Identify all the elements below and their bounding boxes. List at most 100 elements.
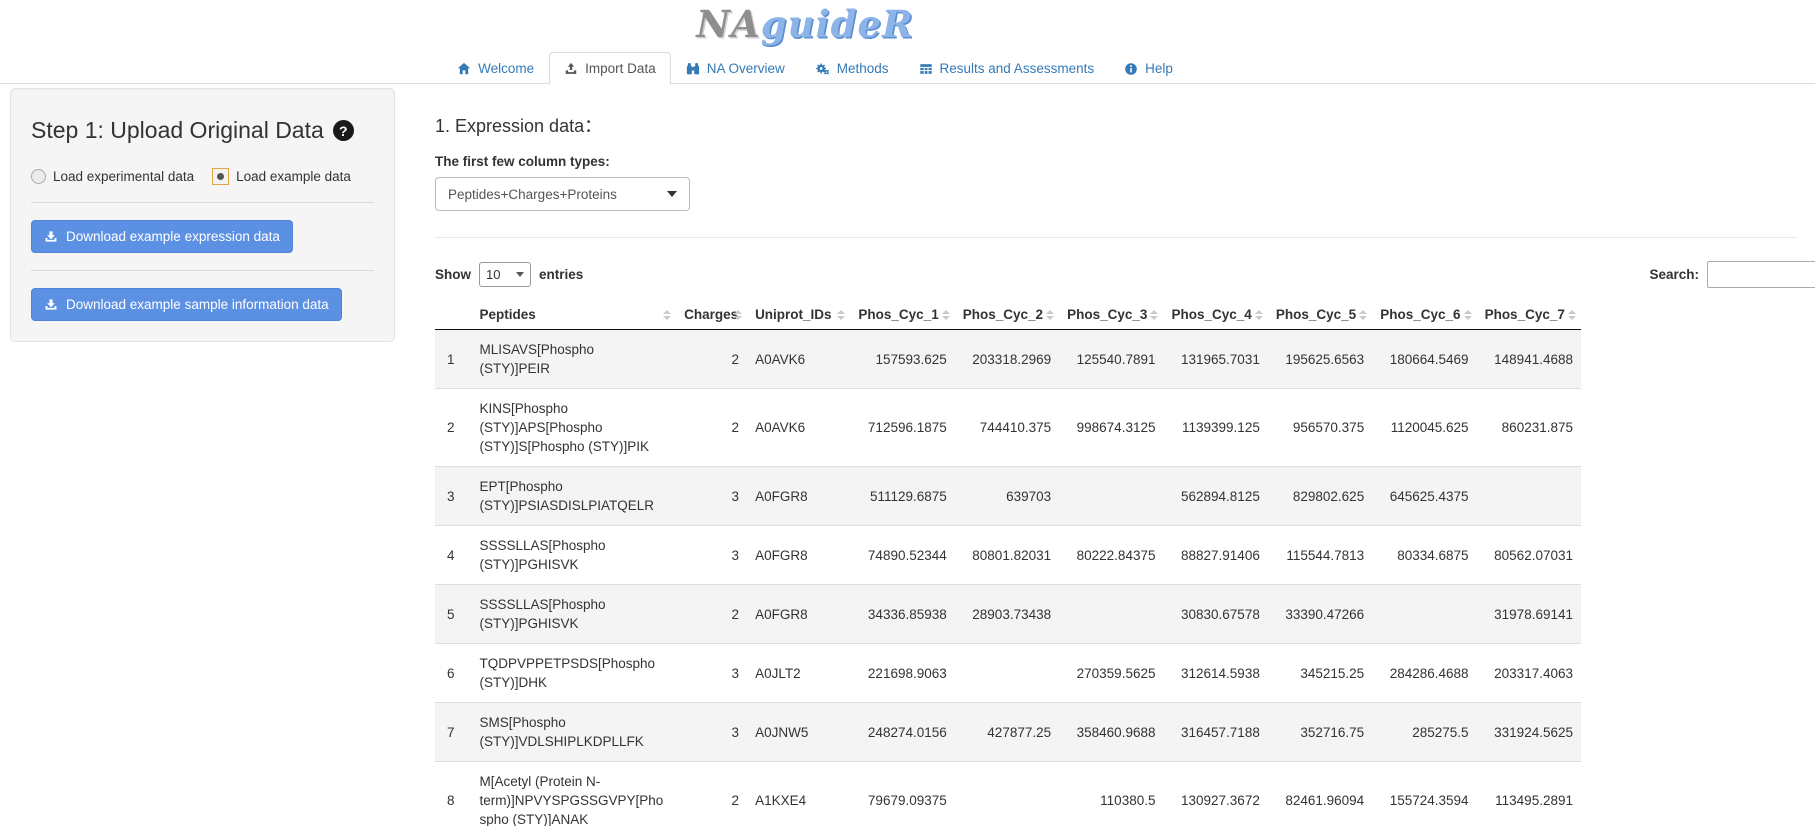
value-cell: 221698.9063 [850,644,954,703]
column-header-uniprot_ids[interactable]: Uniprot_IDs [747,300,850,330]
table-row[interactable]: 6TQDPVPPETPSDS[Phospho (STY)]DHK3A0JLT22… [435,644,1581,703]
value-cell: 1139399.125 [1163,389,1267,467]
charge-cell: 3 [676,526,747,585]
radio-load-example-data[interactable]: Load example data [212,168,351,185]
value-cell: 284286.4688 [1372,644,1476,703]
tab-help[interactable]: Help [1109,52,1188,85]
naguider-app: NAguideR Welcome Import Data NA Overview… [0,0,1815,826]
column-header-phos_cyc_3[interactable]: Phos_Cyc_3 [1059,300,1163,330]
value-cell: 180664.5469 [1372,330,1476,389]
tab-label: Help [1145,61,1173,76]
value-cell [1059,467,1163,526]
tab-results-assessments[interactable]: Results and Assessments [904,52,1110,85]
question-circle-icon[interactable]: ? [333,120,354,141]
value-cell: 511129.6875 [850,467,954,526]
tab-methods[interactable]: Methods [800,52,904,85]
column-header-label: Peptides [479,307,535,322]
nav-tabs: Welcome Import Data NA Overview Methods … [0,50,1815,84]
value-cell: 331924.5625 [1477,703,1581,762]
table-row[interactable]: 5SSSSLLAS[Phospho (STY)]PGHISVK2A0FGR834… [435,585,1581,644]
value-cell: 148941.4688 [1477,330,1581,389]
radio-label: Load example data [236,169,351,184]
peptide-cell: KINS[Phospho (STY)]APS[Phospho (STY)]S[P… [471,389,676,467]
value-cell: 712596.1875 [850,389,954,467]
column-header-label: Phos_Cyc_7 [1485,307,1565,322]
column-header-label: Charges [684,307,738,322]
page-length-select[interactable]: 10 [479,262,531,287]
peptide-cell: TQDPVPPETPSDS[Phospho (STY)]DHK [471,644,676,703]
column-header-phos_cyc_6[interactable]: Phos_Cyc_6 [1372,300,1476,330]
value-cell: 28903.73438 [955,585,1059,644]
column-header-phos_cyc_2[interactable]: Phos_Cyc_2 [955,300,1059,330]
tab-na-overview[interactable]: NA Overview [671,52,800,85]
gears-icon [815,61,830,76]
value-cell [955,762,1059,826]
value-cell: 195625.6563 [1268,330,1372,389]
sort-arrows-icon[interactable] [1046,310,1054,320]
value-cell: 352716.75 [1268,703,1372,762]
content-divider [435,237,1797,238]
table-row[interactable]: 2KINS[Phospho (STY)]APS[Phospho (STY)]S[… [435,389,1581,467]
column-types-label: The first few column types: [435,154,1815,169]
table-icon [919,62,933,76]
sort-arrows-icon[interactable] [942,310,950,320]
sort-arrows-icon[interactable] [663,310,671,320]
peptide-cell: SSSSLLAS[Phospho (STY)]PGHISVK [471,585,676,644]
radio-load-experimental-data[interactable]: Load experimental data [31,169,194,184]
charge-cell: 2 [676,762,747,826]
chevron-down-icon [516,272,524,277]
tab-import-data[interactable]: Import Data [549,52,671,85]
tab-welcome[interactable]: Welcome [442,52,549,85]
value-cell: 82461.96094 [1268,762,1372,826]
value-cell: 125540.7891 [1059,330,1163,389]
row-number: 4 [435,526,471,585]
column-header-phos_cyc_7[interactable]: Phos_Cyc_7 [1477,300,1581,330]
page-length-control: Show 10 entries [435,260,1815,288]
value-cell: 316457.7188 [1163,703,1267,762]
tab-label: NA Overview [707,61,785,76]
download-icon [44,230,58,244]
table-row[interactable]: 8M[Acetyl (Protein N-term)]NPVYSPGSSGVPY… [435,762,1581,826]
column-header-phos_cyc_5[interactable]: Phos_Cyc_5 [1268,300,1372,330]
panel-divider [31,202,374,203]
column-header-phos_cyc_1[interactable]: Phos_Cyc_1 [850,300,954,330]
value-cell: 744410.375 [955,389,1059,467]
info-icon [1124,62,1138,76]
page-length-value: 10 [486,267,500,282]
column-types-select[interactable]: Peptides+Charges+Proteins [435,177,690,211]
peptide-cell: SMS[Phospho (STY)]VDLSHIPLKDPLLFK [471,703,676,762]
sort-arrows-icon[interactable] [1255,310,1263,320]
column-header-peptides[interactable]: Peptides [471,300,676,330]
table-row[interactable]: 3EPT[Phospho (STY)]PSIASDISLPIATQELR3A0F… [435,467,1581,526]
table-row[interactable]: 1MLISAVS[Phospho (STY)]PEIR2A0AVK6157593… [435,330,1581,389]
sort-arrows-icon[interactable] [1359,310,1367,320]
column-header-phos_cyc_4[interactable]: Phos_Cyc_4 [1163,300,1267,330]
value-cell: 131965.7031 [1163,330,1267,389]
table-row[interactable]: 7SMS[Phospho (STY)]VDLSHIPLKDPLLFK3A0JNW… [435,703,1581,762]
peptide-cell: EPT[Phospho (STY)]PSIASDISLPIATQELR [471,467,676,526]
download-expression-button[interactable]: Download example expression data [31,220,293,253]
sort-arrows-icon[interactable] [837,310,845,320]
sort-arrows-icon[interactable] [1464,310,1472,320]
sort-arrows-icon[interactable] [1150,310,1158,320]
radio-label: Load experimental data [53,169,194,184]
value-cell: 88827.91406 [1163,526,1267,585]
panel-divider [31,270,374,271]
value-cell: 31978.69141 [1477,585,1581,644]
column-header-charges[interactable]: Charges [676,300,747,330]
column-header-label: Phos_Cyc_6 [1380,307,1460,322]
value-cell: 80801.82031 [955,526,1059,585]
nav-tabs-inner: Welcome Import Data NA Overview Methods … [0,50,1630,84]
binoculars-icon [686,62,700,76]
sort-arrows-icon[interactable] [1568,310,1576,320]
table-row[interactable]: 4SSSSLLAS[Phospho (STY)]PGHISVK3A0FGR874… [435,526,1581,585]
peptide-cell: SSSSLLAS[Phospho (STY)]PGHISVK [471,526,676,585]
value-cell: 80562.07031 [1477,526,1581,585]
download-sample-info-button[interactable]: Download example sample information data [31,288,342,321]
logo-part-guider: guideR [761,2,914,46]
search-input[interactable] [1707,261,1815,288]
charge-cell: 3 [676,467,747,526]
sort-arrows-icon[interactable] [734,310,742,320]
uniprot-cell: A0FGR8 [747,526,850,585]
value-cell: 998674.3125 [1059,389,1163,467]
